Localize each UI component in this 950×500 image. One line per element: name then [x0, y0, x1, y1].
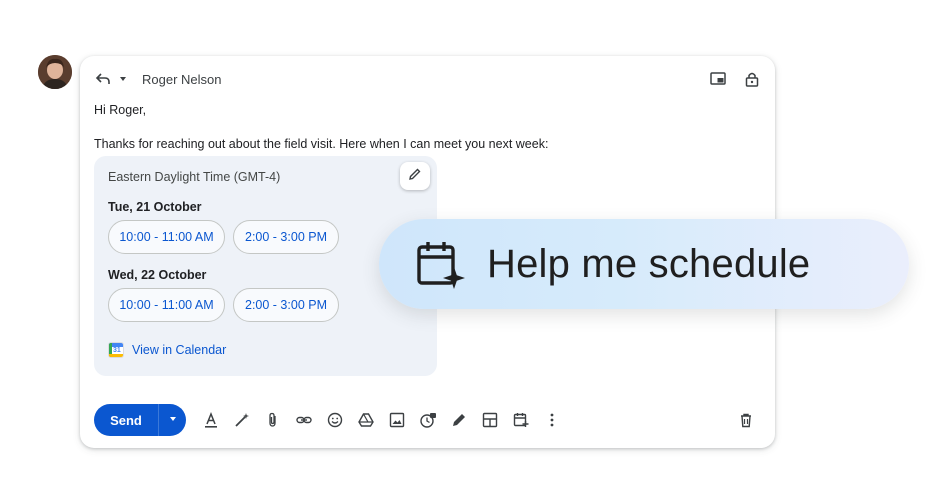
photo-icon[interactable] [388, 411, 406, 429]
paperclip-icon[interactable] [264, 411, 282, 429]
view-in-calendar-label: View in Calendar [132, 343, 227, 357]
avatar[interactable] [38, 55, 72, 89]
calendar-schedule-icon[interactable] [512, 411, 530, 429]
more-vert-icon[interactable] [543, 411, 561, 429]
drive-icon[interactable] [357, 411, 375, 429]
recipient-name[interactable]: Roger Nelson [142, 72, 222, 87]
day-label: Wed, 22 October [108, 268, 207, 282]
confidential-icon[interactable] [419, 411, 437, 429]
chevron-down-icon [168, 411, 178, 429]
time-slot[interactable]: 2:00 - 3:00 PM [233, 288, 339, 322]
formatting-tools [202, 411, 561, 429]
send-options-button[interactable] [158, 404, 186, 436]
link-icon[interactable] [295, 411, 313, 429]
lock-icon[interactable] [743, 70, 761, 88]
time-slot[interactable]: 10:00 - 11:00 AM [108, 220, 225, 254]
trash-icon[interactable] [737, 411, 755, 429]
emoji-icon[interactable] [326, 411, 344, 429]
chevron-down-icon[interactable] [118, 70, 128, 88]
text-format-icon[interactable] [202, 411, 220, 429]
help-me-schedule-label: Help me schedule [487, 242, 811, 286]
day-label: Tue, 21 October [108, 200, 202, 214]
help-me-schedule-button[interactable]: Help me schedule [379, 219, 909, 309]
time-slot[interactable]: 10:00 - 11:00 AM [108, 288, 225, 322]
popout-icon[interactable] [709, 70, 727, 88]
calendar-sparkle-icon [415, 239, 467, 291]
layout-icon[interactable] [481, 411, 499, 429]
view-in-calendar-link[interactable]: 31 View in Calendar [108, 342, 226, 358]
email-body: Thanks for reaching out about the field … [94, 137, 549, 151]
email-greeting: Hi Roger, [94, 103, 147, 117]
signature-pen-icon[interactable] [450, 411, 468, 429]
stage: Roger Nelson Hi Roger, Thanks for reachi… [0, 0, 950, 500]
google-calendar-icon: 31 [108, 342, 124, 358]
timezone-label: Eastern Daylight Time (GMT-4) [108, 170, 281, 184]
compose-toolbar: Send [94, 404, 761, 436]
reply-header: Roger Nelson [94, 70, 222, 88]
top-actions [709, 70, 761, 88]
magic-wand-icon[interactable] [233, 411, 251, 429]
pencil-icon [408, 167, 422, 186]
avatar-image [38, 55, 72, 89]
time-slot[interactable]: 2:00 - 3:00 PM [233, 220, 339, 254]
reply-icon[interactable] [94, 70, 112, 88]
send-button-group: Send [94, 404, 186, 436]
send-button[interactable]: Send [94, 404, 158, 436]
edit-schedule-button[interactable] [400, 162, 430, 190]
